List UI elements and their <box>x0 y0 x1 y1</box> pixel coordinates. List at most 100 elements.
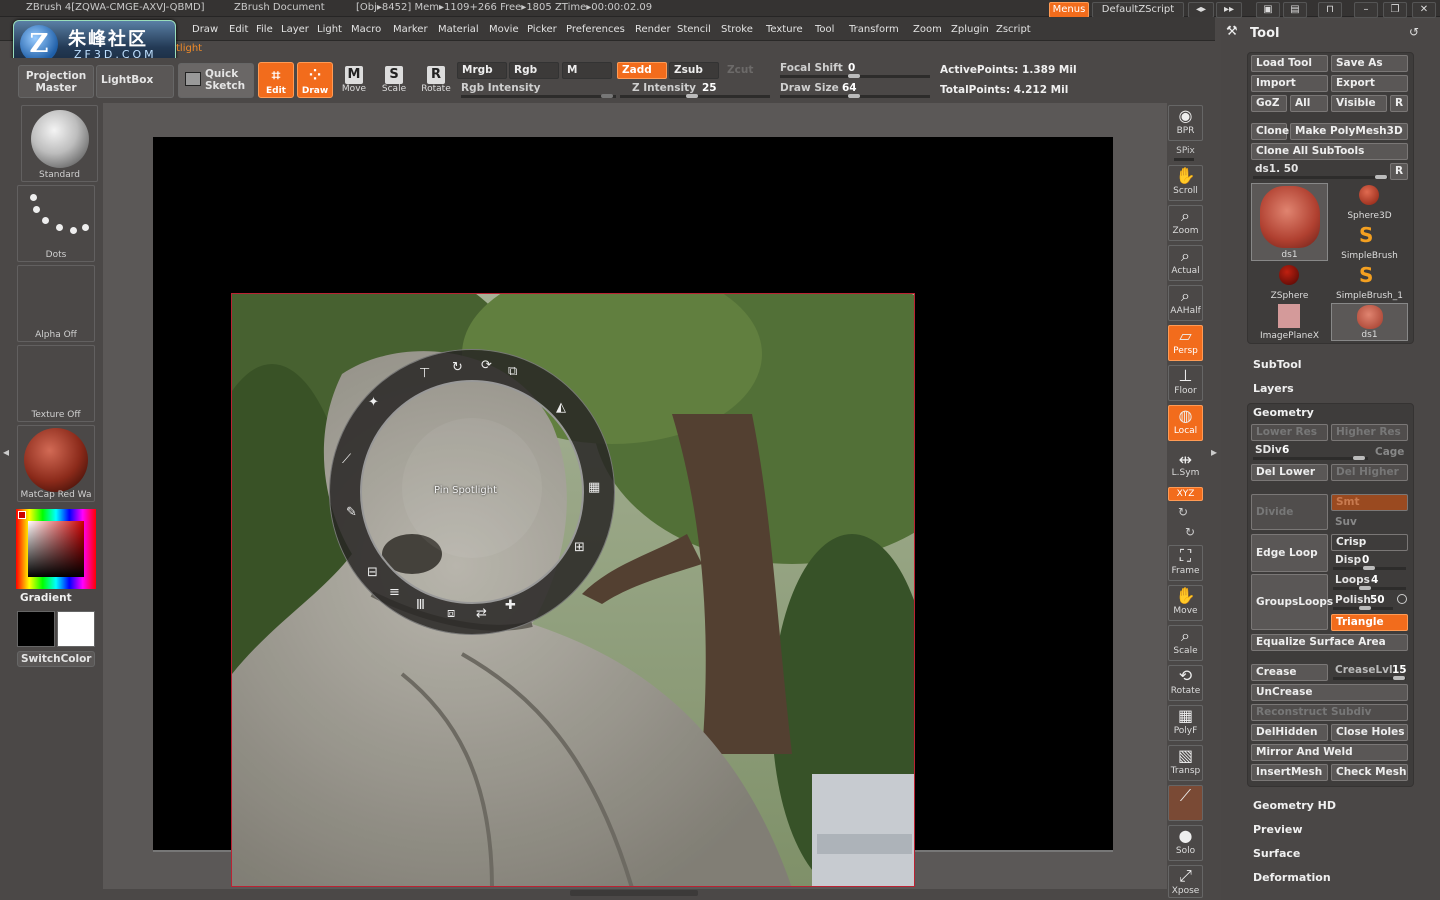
menu-texture[interactable]: Texture <box>766 24 803 35</box>
layers-section[interactable]: Layers <box>1253 382 1294 395</box>
menu-stroke[interactable]: Stroke <box>721 24 753 35</box>
spotlight-bars-icon[interactable]: Ⅲ <box>416 598 425 613</box>
spotlight-cross-icon[interactable]: ✚ <box>505 598 516 613</box>
rgb-button[interactable]: Rgb <box>509 62 559 79</box>
menu-layer[interactable]: Layer <box>281 24 309 35</box>
menu-movie[interactable]: Movie <box>489 24 519 35</box>
polyf-button[interactable]: ▦ PolyF <box>1168 705 1203 741</box>
sdiv-slider[interactable] <box>1253 456 1368 460</box>
spotlight-lines-icon[interactable]: ≡ <box>389 585 400 600</box>
menus-button[interactable]: Menus <box>1049 2 1089 18</box>
material-slot[interactable]: MatCap Red Wa <box>17 425 95 502</box>
layout-alt-icon[interactable]: ▤ <box>1283 2 1307 18</box>
primary-color-swatch[interactable] <box>17 611 55 647</box>
projection-master-button[interactable]: Projection Master <box>18 65 94 98</box>
rotate-z-icon[interactable]: ↻ <box>1185 525 1195 539</box>
left-tray-arrow-icon[interactable]: ◂ <box>3 445 11 475</box>
stroke-slot[interactable]: Dots <box>17 185 95 262</box>
actual-button[interactable]: ⌕ Actual <box>1168 245 1203 281</box>
move-button[interactable]: M Move <box>340 66 368 96</box>
crisp-button[interactable]: Crisp <box>1331 534 1408 551</box>
transp-button[interactable]: ▧ Transp <box>1168 745 1203 781</box>
lower-res-button[interactable]: Lower Res <box>1251 424 1328 441</box>
geometry-hd-section[interactable]: Geometry HD <box>1253 799 1336 812</box>
polish-slider[interactable] <box>1333 606 1393 610</box>
alpha-slot[interactable]: Alpha Off <box>17 265 95 342</box>
rgb-intensity-slider[interactable] <box>461 94 616 98</box>
ghost-button[interactable]: ⟋ <box>1168 785 1203 821</box>
brush-slot[interactable]: Standard <box>21 105 98 182</box>
persp-button[interactable]: ▱ Persp <box>1168 325 1203 361</box>
menu-zplugin[interactable]: Zplugin <box>951 24 989 35</box>
palette-scroll-right-icon[interactable]: ▸▸ <box>1216 2 1242 18</box>
menu-macro[interactable]: Macro <box>351 24 381 35</box>
check-mesh-button[interactable]: Check Mesh <box>1331 764 1408 781</box>
delhidden-button[interactable]: DelHidden <box>1251 724 1328 741</box>
bottom-tray-handle[interactable] <box>570 890 698 896</box>
geometry-section[interactable]: Geometry <box>1253 406 1314 419</box>
crease-button[interactable]: Crease <box>1251 664 1328 681</box>
color-square[interactable] <box>28 521 84 577</box>
menu-preferences[interactable]: Preferences <box>566 24 625 35</box>
polish-circle-icon[interactable] <box>1397 594 1407 604</box>
export-button[interactable]: Export <box>1331 75 1408 92</box>
xpose-button[interactable]: ⤢ Xpose <box>1168 865 1203 898</box>
palette-scroll-icon[interactable]: ◂▸ <box>1188 2 1214 18</box>
minimize-icon[interactable]: – <box>1354 2 1378 18</box>
aahalf-button[interactable]: ⌕ AAHalf <box>1168 285 1203 321</box>
load-tool-button[interactable]: Load Tool <box>1251 55 1328 72</box>
rotate-button[interactable]: R Rotate <box>420 66 452 96</box>
local-button[interactable]: ◍ Local <box>1168 405 1203 441</box>
tool-r-button[interactable]: R <box>1390 163 1408 180</box>
make-polymesh-button[interactable]: Make PolyMesh3D <box>1290 123 1408 140</box>
disp-slider[interactable] <box>1333 566 1406 570</box>
mrgb-button[interactable]: Mrgb <box>457 62 507 79</box>
draw-button[interactable]: ⁘ Draw <box>297 62 333 98</box>
close-holes-button[interactable]: Close Holes <box>1331 724 1408 741</box>
menu-material[interactable]: Material <box>438 24 479 35</box>
spotlight-flip-icon[interactable]: ◭ <box>556 400 566 415</box>
menu-tool[interactable]: Tool <box>815 24 834 35</box>
lock-icon[interactable]: ⊓ <box>1318 2 1342 18</box>
draw-size-slider[interactable] <box>780 94 930 98</box>
surface-section[interactable]: Surface <box>1253 847 1300 860</box>
right-tray-arrow-icon[interactable]: ▸ <box>1211 445 1219 475</box>
menu-edit[interactable]: Edit <box>229 24 248 35</box>
scale-button[interactable]: S Scale <box>380 66 408 96</box>
clone-button[interactable]: Clone <box>1251 123 1289 140</box>
solo-button[interactable]: ● Solo <box>1168 825 1203 861</box>
all-button[interactable]: All <box>1290 95 1328 112</box>
spotlight-brush-icon[interactable]: ⟋ <box>342 452 351 467</box>
menu-marker[interactable]: Marker <box>393 24 428 35</box>
xyz-button[interactable]: XYZ <box>1168 487 1203 501</box>
tool-thumb-sphere3d[interactable]: Sphere3D <box>1331 183 1408 221</box>
color-picker[interactable] <box>16 509 96 589</box>
del-lower-button[interactable]: Del Lower <box>1251 464 1328 481</box>
palette-reset-icon[interactable]: ↺ <box>1409 25 1419 39</box>
suv-label[interactable]: Suv <box>1335 516 1357 528</box>
groups-loops-button[interactable]: GroupsLoops <box>1251 574 1333 630</box>
uncrease-button[interactable]: UnCrease <box>1251 684 1408 701</box>
rotate-y-icon[interactable]: ↻ <box>1178 505 1188 519</box>
spix-slider[interactable] <box>1174 158 1194 161</box>
preview-section[interactable]: Preview <box>1253 823 1303 836</box>
clone-all-subtools-button[interactable]: Clone All SubTools <box>1251 143 1408 160</box>
subtool-section[interactable]: SubTool <box>1253 358 1302 371</box>
edit-button[interactable]: ⌗ Edit <box>258 62 294 98</box>
deformation-section[interactable]: Deformation <box>1253 871 1331 884</box>
rotate-view-button[interactable]: ⟲ Rotate <box>1168 665 1203 701</box>
goz-button[interactable]: GoZ <box>1251 95 1287 112</box>
lightbox-button[interactable]: LightBox <box>96 65 174 98</box>
spotlight-paint-icon[interactable]: ✎ <box>346 505 357 520</box>
reconstruct-subdiv-button[interactable]: Reconstruct Subdiv <box>1251 704 1408 721</box>
insertmesh-button[interactable]: InsertMesh <box>1251 764 1328 781</box>
menu-zoom[interactable]: Zoom <box>913 24 942 35</box>
maximize-icon[interactable]: ❐ <box>1383 2 1407 18</box>
tool-thumb-imageplanex[interactable]: ImagePlaneX <box>1251 303 1328 341</box>
close-icon[interactable]: ✕ <box>1412 2 1436 18</box>
tool-slider[interactable] <box>1253 175 1388 179</box>
focal-shift-slider[interactable] <box>780 74 930 78</box>
divide-button[interactable]: Divide <box>1251 494 1328 530</box>
import-button[interactable]: Import <box>1251 75 1328 92</box>
move-view-button[interactable]: ✋ Move <box>1168 585 1203 621</box>
